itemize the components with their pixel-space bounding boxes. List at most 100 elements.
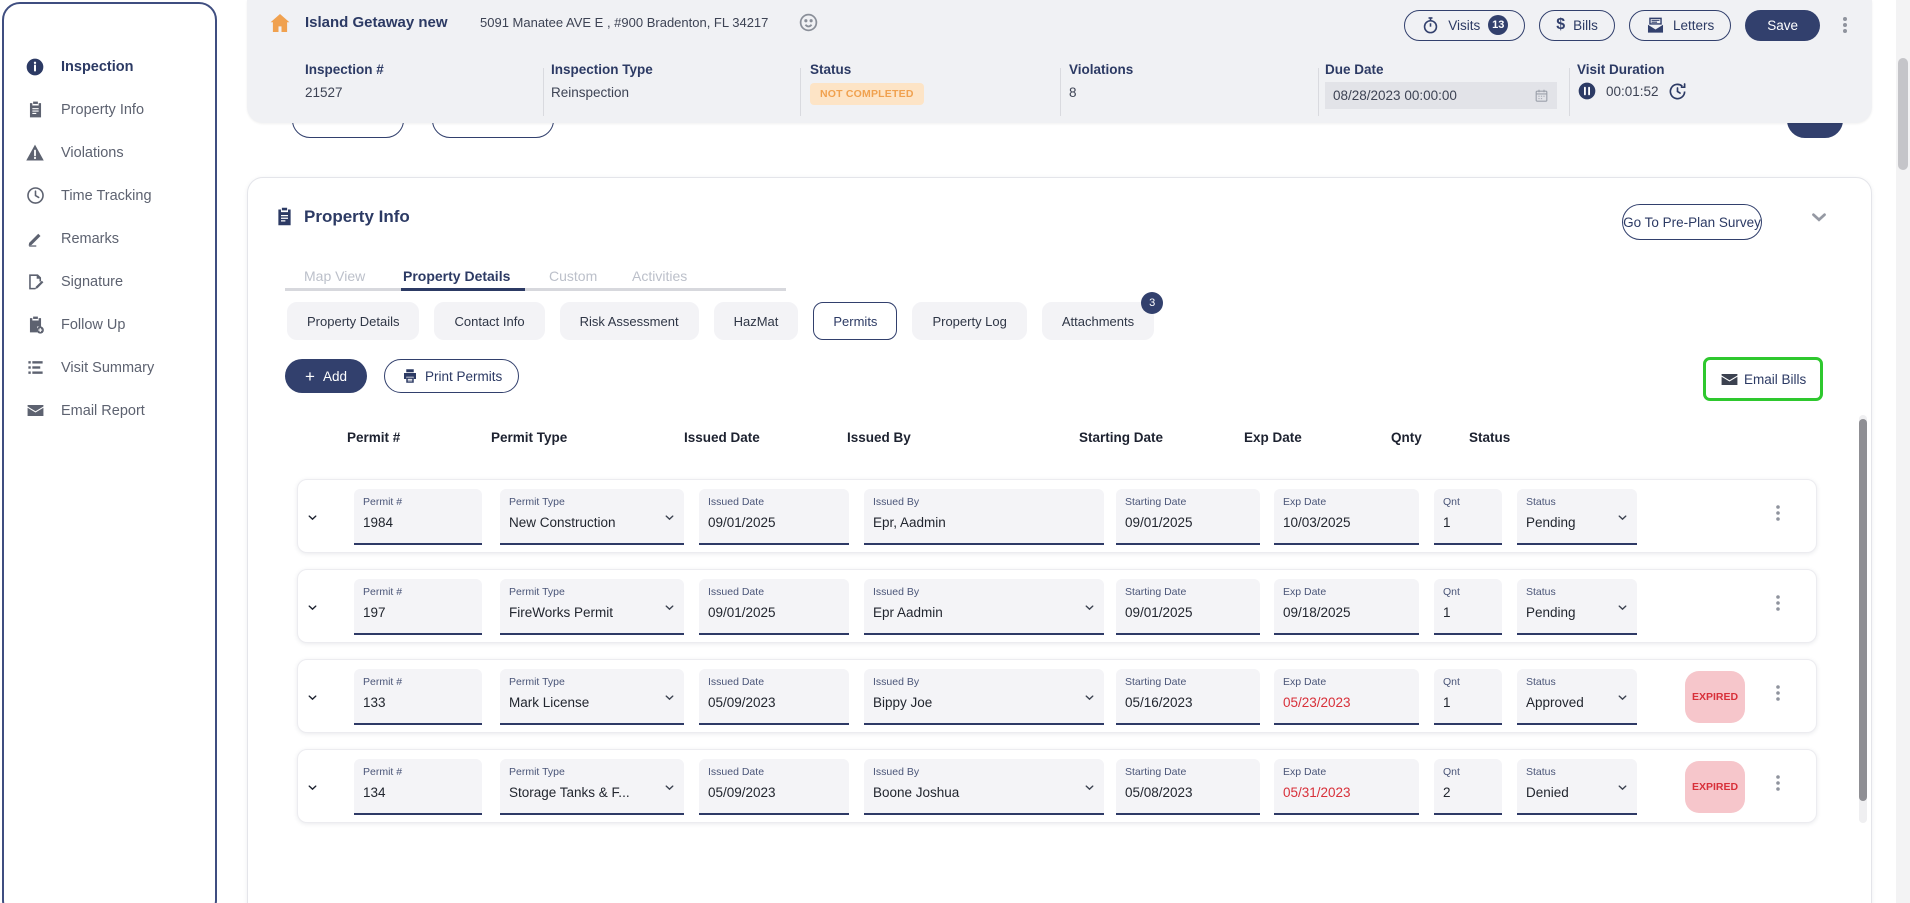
field-issued[interactable]: Issued Date05/09/2023 (699, 669, 849, 725)
table-scrollbar-thumb[interactable] (1859, 419, 1867, 801)
field-qnt[interactable]: Qnt1 (1434, 669, 1502, 725)
field-issued[interactable]: Issued Date09/01/2025 (699, 579, 849, 635)
column-header-qnty: Qnty (1391, 430, 1422, 445)
subtab-hazmat[interactable]: HazMat (714, 302, 799, 340)
field-start[interactable]: Starting Date05/16/2023 (1116, 669, 1260, 725)
field-value: Denied (1526, 785, 1618, 800)
info-field-violations: Violations8 (1069, 62, 1133, 100)
field-value: 1 (1443, 515, 1493, 530)
row-expand-toggle[interactable] (306, 504, 332, 530)
subtab-risk-assessment[interactable]: Risk Assessment (560, 302, 699, 340)
field-exp[interactable]: Exp Date05/23/2023 (1274, 669, 1419, 725)
tab-map-view[interactable]: Map View (304, 268, 365, 284)
collapse-chevron-icon[interactable] (1808, 206, 1830, 228)
sidebar-item-remarks[interactable]: Remarks (4, 217, 215, 260)
sidebar-item-violations[interactable]: Violations (4, 131, 215, 174)
field-value: 09/18/2025 (1283, 605, 1410, 620)
sidebar-item-property-info[interactable]: Property Info (4, 88, 215, 131)
field-status[interactable]: StatusPending (1517, 489, 1637, 545)
visits-button[interactable]: Visits 13 (1404, 10, 1525, 41)
letters-button[interactable]: Letters (1629, 10, 1731, 41)
smiley-icon[interactable] (798, 12, 819, 33)
info-field-label: Due Date (1325, 62, 1557, 77)
print-permits-button[interactable]: Print Permits (384, 359, 519, 393)
field-value: 05/31/2023 (1283, 785, 1410, 800)
field-start[interactable]: Starting Date09/01/2025 (1116, 579, 1260, 635)
letters-label: Letters (1673, 18, 1714, 33)
due-date-input[interactable]: 08/28/2023 00:00:00 (1325, 82, 1557, 109)
subtab-label: HazMat (734, 314, 779, 329)
field-type[interactable]: Permit TypeMark License (500, 669, 684, 725)
field-exp[interactable]: Exp Date05/31/2023 (1274, 759, 1419, 815)
row-expand-toggle[interactable] (306, 774, 332, 800)
field-issued-by[interactable]: Issued ByBoone Joshua (864, 759, 1104, 815)
field-issued[interactable]: Issued Date09/01/2025 (699, 489, 849, 545)
field-issued-by[interactable]: Issued ByEpr, Aadmin (864, 489, 1104, 545)
field-value: Bippy Joe (873, 695, 1085, 710)
field-type[interactable]: Permit TypeStorage Tanks & F... (500, 759, 684, 815)
field-label: Permit Type (509, 676, 675, 688)
pause-circle-icon[interactable] (1577, 81, 1597, 101)
bills-button[interactable]: $ Bills (1539, 10, 1615, 41)
subtab-contact-info[interactable]: Contact Info (434, 302, 544, 340)
tab-custom[interactable]: Custom (549, 268, 597, 284)
field-status[interactable]: StatusPending (1517, 579, 1637, 635)
field-exp[interactable]: Exp Date09/18/2025 (1274, 579, 1419, 635)
header-kebab-menu[interactable] (1834, 13, 1856, 37)
field-issued[interactable]: Issued Date05/09/2023 (699, 759, 849, 815)
row-kebab-menu[interactable] (1770, 504, 1786, 522)
field-status[interactable]: StatusApproved (1517, 669, 1637, 725)
field-issued-by[interactable]: Issued ByEpr Aadmin (864, 579, 1104, 635)
page-scrollbar[interactable] (1896, 0, 1910, 903)
subtab-property-log[interactable]: Property Log (912, 302, 1026, 340)
envelope-icon (25, 401, 45, 421)
email-bills-button[interactable]: Email Bills (1710, 364, 1816, 394)
header-row: Island Getaway new 5091 Manatee AVE E , … (247, 8, 1872, 42)
subtab-property-details[interactable]: Property Details (287, 302, 419, 340)
sidebar-item-visit-summary[interactable]: Visit Summary (4, 346, 215, 389)
sidebar-item-time-tracking[interactable]: Time Tracking (4, 174, 215, 217)
field-permit[interactable]: Permit #134 (354, 759, 482, 815)
warning-triangle-icon (25, 143, 45, 163)
field-permit[interactable]: Permit #197 (354, 579, 482, 635)
row-expand-toggle[interactable] (306, 594, 332, 620)
clipboard-icon (274, 206, 295, 227)
row-kebab-menu[interactable] (1770, 684, 1786, 702)
save-button[interactable]: Save (1745, 10, 1820, 41)
chevron-down-icon (663, 781, 676, 794)
field-qnt[interactable]: Qnt1 (1434, 489, 1502, 545)
visits-count-badge: 13 (1488, 15, 1508, 35)
sidebar-item-email-report[interactable]: Email Report (4, 389, 215, 432)
expired-badge: EXPIRED (1685, 761, 1745, 813)
row-expand-toggle[interactable] (306, 684, 332, 710)
chevron-down-icon (663, 511, 676, 524)
field-start[interactable]: Starting Date09/01/2025 (1116, 489, 1260, 545)
field-qnt[interactable]: Qnt1 (1434, 579, 1502, 635)
field-start[interactable]: Starting Date05/08/2023 (1116, 759, 1260, 815)
page-scrollbar-thumb[interactable] (1898, 58, 1908, 170)
field-permit[interactable]: Permit #133 (354, 669, 482, 725)
field-permit[interactable]: Permit #1984 (354, 489, 482, 545)
sidebar-item-inspection[interactable]: Inspection (4, 45, 215, 88)
field-status[interactable]: StatusDenied (1517, 759, 1637, 815)
field-value: 05/23/2023 (1283, 695, 1410, 710)
sidebar-item-follow-up[interactable]: Follow Up (4, 303, 215, 346)
field-type[interactable]: Permit TypeFireWorks Permit (500, 579, 684, 635)
subtab-permits[interactable]: Permits (813, 302, 897, 340)
field-qnt[interactable]: Qnt2 (1434, 759, 1502, 815)
tab-property-details[interactable]: Property Details (403, 268, 510, 284)
column-header-permit-type: Permit Type (491, 430, 567, 445)
sidebar-item-signature[interactable]: Signature (4, 260, 215, 303)
table-scrollbar[interactable] (1859, 415, 1867, 823)
row-kebab-menu[interactable] (1770, 594, 1786, 612)
info-field-value: 21527 (305, 85, 384, 100)
subtab-attachments[interactable]: Attachments3 (1042, 302, 1154, 340)
field-issued-by[interactable]: Issued ByBippy Joe (864, 669, 1104, 725)
field-exp[interactable]: Exp Date10/03/2025 (1274, 489, 1419, 545)
field-type[interactable]: Permit TypeNew Construction (500, 489, 684, 545)
tab-activities[interactable]: Activities (632, 268, 687, 284)
history-clock-icon[interactable] (1668, 82, 1687, 101)
add-permit-button[interactable]: + Add (285, 359, 367, 393)
go-to-preplan-survey-button[interactable]: Go To Pre-Plan Survey (1622, 204, 1762, 240)
row-kebab-menu[interactable] (1770, 774, 1786, 792)
